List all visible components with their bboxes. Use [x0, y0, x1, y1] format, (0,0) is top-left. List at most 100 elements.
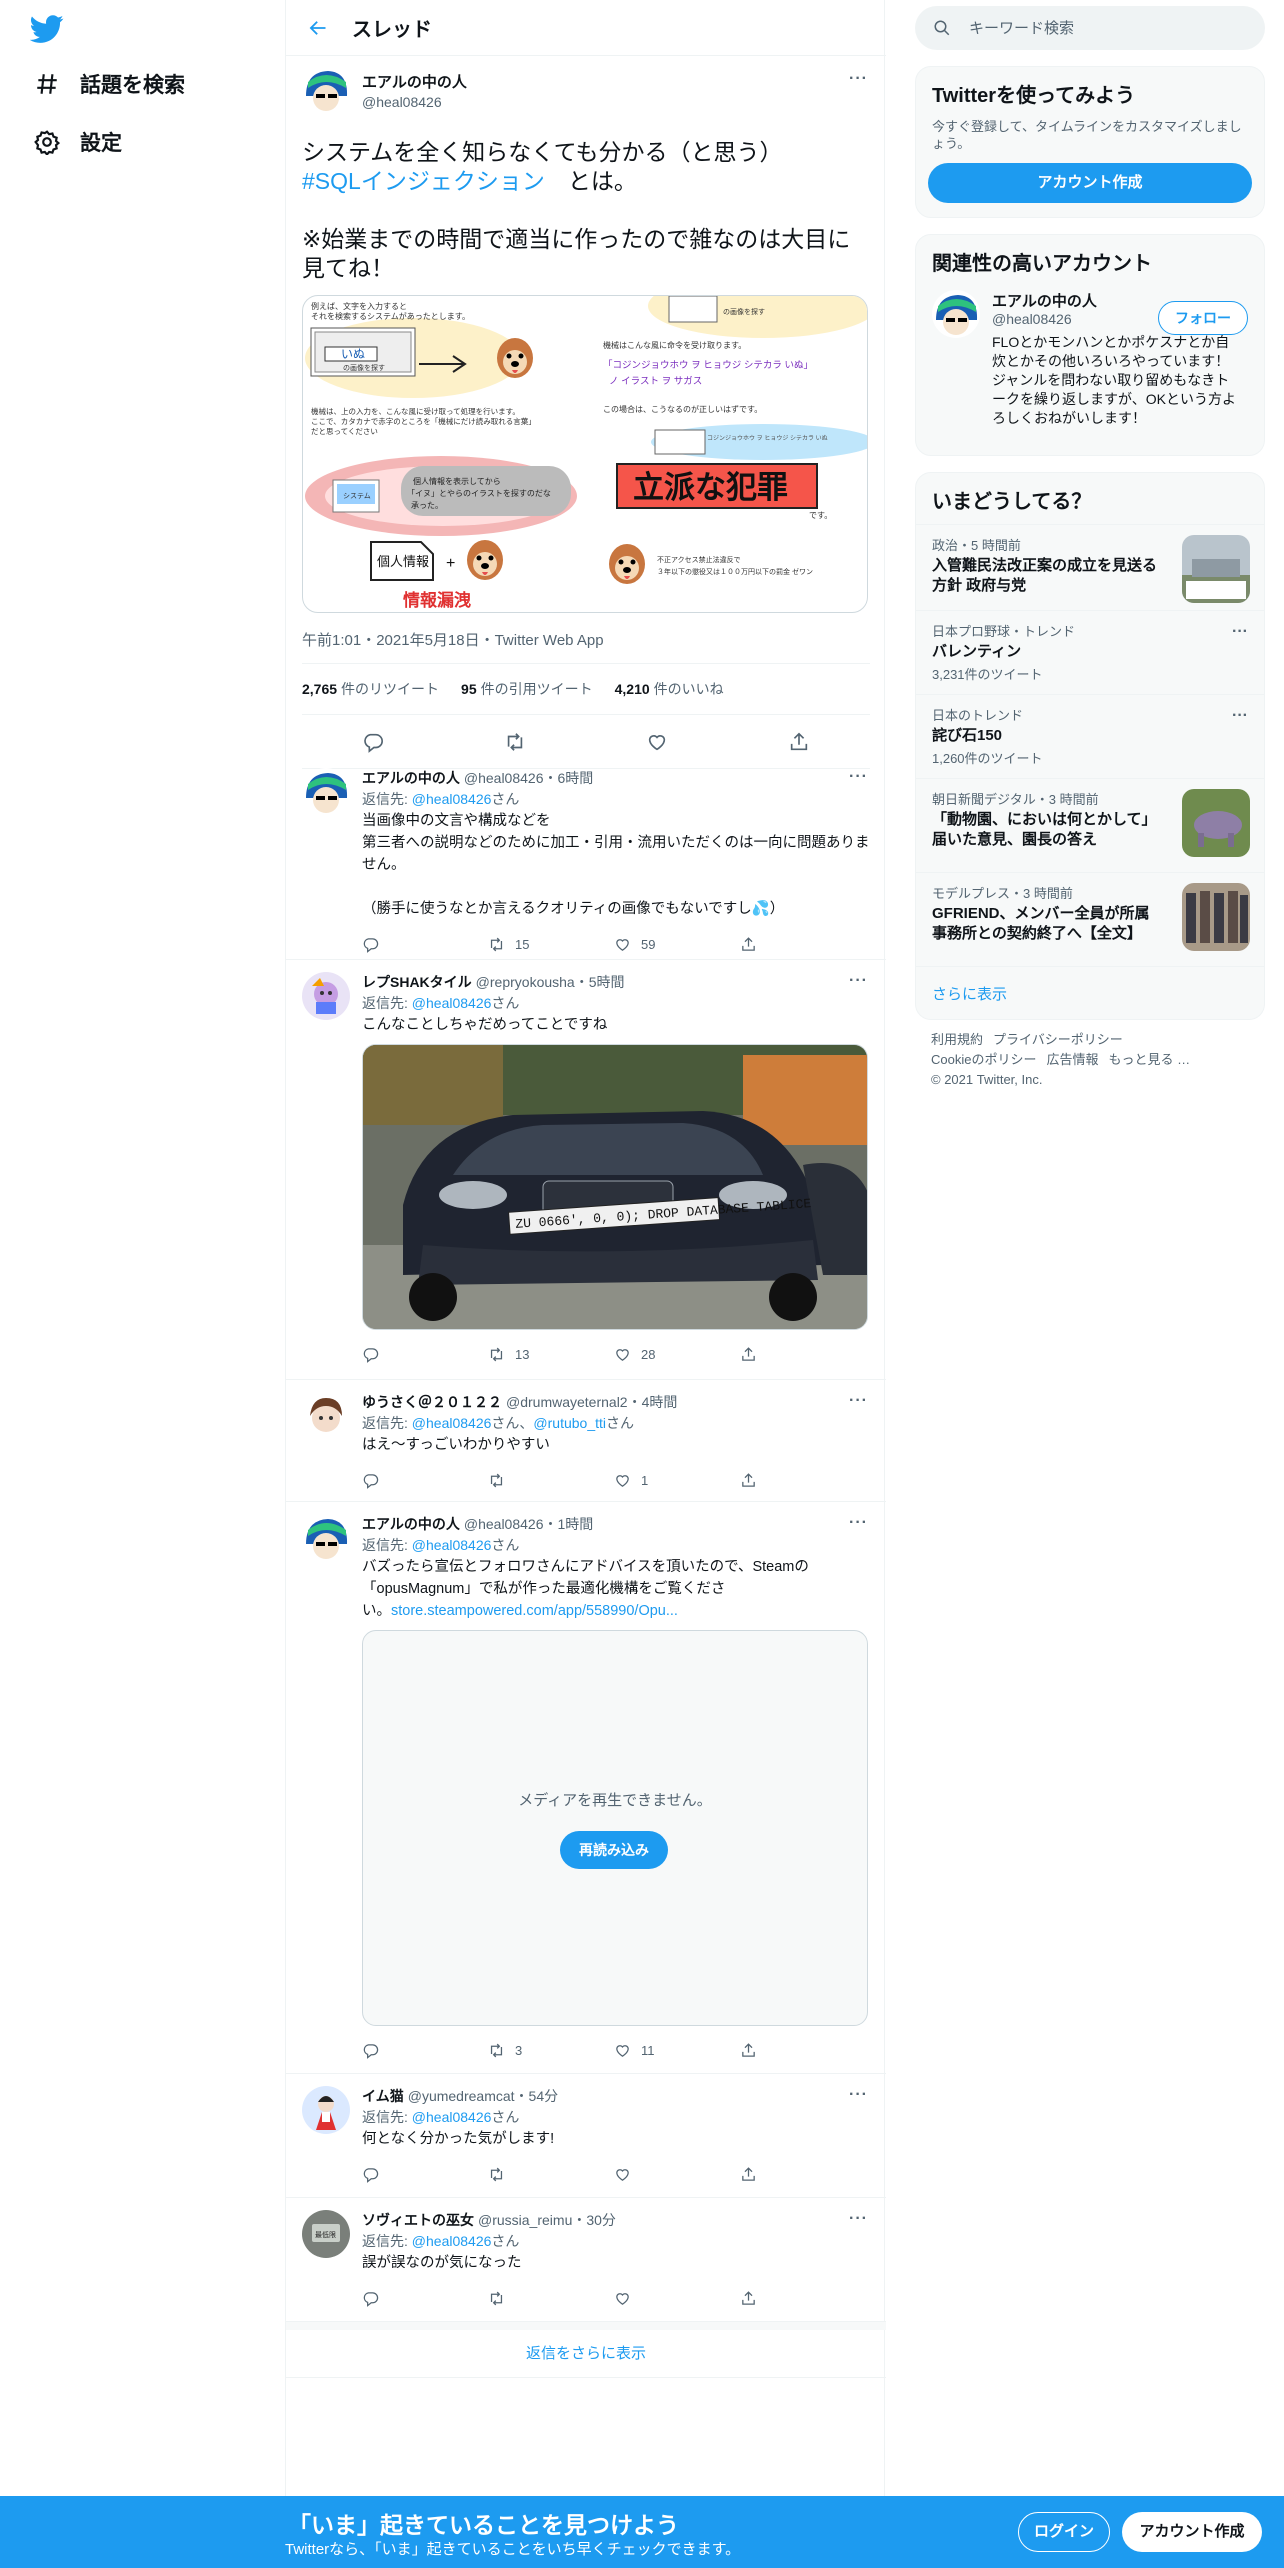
like-button[interactable] — [614, 2166, 740, 2183]
retweet-button[interactable] — [488, 1472, 614, 1489]
steam-link[interactable]: store.steampowered.com/app/558990/Opu... — [391, 1603, 678, 1619]
mention-link[interactable]: @heal08426 — [412, 791, 492, 807]
reply-time[interactable]: ・54分 — [515, 2086, 559, 2106]
avatar[interactable] — [302, 972, 350, 1020]
reply-button[interactable] — [362, 1472, 488, 1489]
footer-link[interactable]: もっと見る … — [1108, 1052, 1190, 1067]
nav-settings[interactable]: 設定 — [34, 122, 122, 162]
reply-time[interactable]: ・1時間 — [544, 1514, 594, 1534]
car-photo[interactable]: ZU 0666', 0, 0); DROP DATABASE TABLICE — [362, 1044, 868, 1330]
mention-link[interactable]: @heal08426 — [412, 995, 492, 1011]
trends-show-more[interactable]: さらに表示 — [916, 966, 1264, 1019]
reply-author-handle[interactable]: @drumwayeternal2 — [506, 1394, 628, 1410]
share-button[interactable] — [740, 936, 866, 953]
more-icon[interactable]: ··· — [849, 768, 868, 786]
more-icon[interactable]: ··· — [1232, 623, 1248, 641]
retweet-stat[interactable]: 2,765 件のリツイート — [302, 679, 461, 699]
footer-link[interactable]: 利用規約 — [931, 1032, 983, 1047]
share-button[interactable] — [740, 1346, 866, 1363]
reply-tweet[interactable]: ··· エアルの中の人 @heal08426 ・1時間 返信先: @heal0842… — [286, 1502, 886, 2074]
reply-author-handle[interactable]: @russia_reimu — [478, 2212, 572, 2228]
more-icon[interactable]: ··· — [849, 2086, 868, 2104]
like-button[interactable]: 11 — [614, 2042, 740, 2059]
back-arrow-icon[interactable] — [308, 18, 328, 38]
nav-explore[interactable]: 話題を検索 — [34, 64, 185, 104]
trend-item[interactable]: 朝日新聞デジタル・3 時間前 「動物園、においは何とかして」届いた意見、園長の答… — [916, 778, 1264, 872]
avatar[interactable] — [302, 1392, 350, 1440]
reply-button[interactable] — [362, 2290, 488, 2307]
author-handle[interactable]: @heal08426 — [362, 94, 467, 110]
more-icon[interactable]: ··· — [849, 1514, 868, 1532]
reply-time[interactable]: ・5時間 — [575, 972, 625, 992]
reply-author-name[interactable]: ゆうさく＠２０１２２ — [362, 1392, 502, 1412]
show-more-replies-link[interactable]: 返信をさらに表示 — [286, 2322, 886, 2378]
more-icon[interactable]: ··· — [1232, 707, 1248, 725]
follow-button[interactable]: フォロー — [1158, 301, 1248, 335]
retweet-icon[interactable] — [504, 731, 526, 753]
trend-item[interactable]: 日本プロ野球・トレンド バレンティン 3,231件のツイート ··· — [916, 610, 1264, 694]
mention-link[interactable]: @heal08426 — [412, 1415, 492, 1431]
retweet-button[interactable]: 13 — [488, 1346, 614, 1363]
trend-item[interactable]: 日本のトレンド 詫び石150 1,260件のツイート ··· — [916, 694, 1264, 778]
share-button[interactable] — [740, 2042, 866, 2059]
like-button[interactable]: 28 — [614, 1346, 740, 1363]
reply-time[interactable]: ・30分 — [572, 2210, 616, 2230]
reply-button[interactable] — [362, 936, 488, 953]
like-icon[interactable] — [646, 731, 668, 753]
mention-link-2[interactable]: @rutubo_tti — [533, 1415, 606, 1431]
like-button[interactable]: 59 — [614, 936, 740, 953]
reply-time[interactable]: ・6時間 — [544, 768, 594, 788]
reply-author-handle[interactable]: @heal08426 — [464, 770, 544, 786]
avatar[interactable] — [302, 1514, 350, 1562]
reply-author-handle[interactable]: @repryokousha — [476, 974, 575, 990]
reply-author-handle[interactable]: @heal08426 — [464, 1516, 544, 1532]
reply-tweet[interactable]: 最低限 ··· ソヴィエトの巫女 @russia_reimu ・30分 返信先: @… — [286, 2198, 886, 2322]
reply-tweet[interactable]: ··· ゆうさく＠２０１２２ @drumwayeternal2 ・4時間 返信先: … — [286, 1380, 886, 1502]
retweet-button[interactable] — [488, 2166, 614, 2183]
reply-icon[interactable] — [362, 731, 384, 753]
trend-item[interactable]: 政治・5 時間前 入管難民法改正案の成立を見送る方針 政府与党 — [916, 524, 1264, 610]
reload-button[interactable]: 再読み込み — [560, 1831, 668, 1869]
footer-link[interactable]: 広告情報 — [1046, 1052, 1098, 1067]
twitter-logo-icon[interactable] — [30, 12, 64, 46]
create-account-button[interactable]: アカウント作成 — [928, 163, 1252, 203]
footer-link[interactable]: プライバシーポリシー — [993, 1032, 1123, 1047]
search-input[interactable] — [969, 19, 1229, 37]
share-button[interactable] — [740, 2290, 866, 2307]
avatar[interactable] — [302, 66, 350, 114]
reply-button[interactable] — [362, 1346, 488, 1363]
reply-author-name[interactable]: イム猫 — [362, 2086, 404, 2106]
mention-link[interactable]: @heal08426 — [412, 2233, 492, 2249]
share-icon[interactable] — [788, 731, 810, 753]
more-icon[interactable]: ··· — [849, 1392, 868, 1410]
reply-tweet[interactable]: ··· イム猫 @yumedreamcat ・54分 返信先: @heal08426… — [286, 2074, 886, 2198]
avatar[interactable] — [302, 768, 350, 816]
signup-button[interactable]: アカウント作成 — [1122, 2512, 1262, 2552]
share-button[interactable] — [740, 2166, 866, 2183]
hashtag-link[interactable]: #SQLインジェクション — [302, 168, 545, 194]
trend-item[interactable]: モデルプレス・3 時間前 GFRIEND、メンバー全員が所属事務所との契約終了へ… — [916, 872, 1264, 966]
retweet-button[interactable]: 3 — [488, 2042, 614, 2059]
retweet-button[interactable] — [488, 2290, 614, 2307]
reply-button[interactable] — [362, 2042, 488, 2059]
footer-link[interactable]: Cookieのポリシー — [931, 1052, 1036, 1067]
reply-time[interactable]: ・4時間 — [628, 1392, 678, 1412]
like-button[interactable] — [614, 2290, 740, 2307]
reply-author-name[interactable]: エアルの中の人 — [362, 1514, 460, 1534]
retweet-button[interactable]: 15 — [488, 936, 614, 953]
more-icon[interactable]: ··· — [849, 2210, 868, 2228]
reply-author-name[interactable]: エアルの中の人 — [362, 768, 460, 788]
reply-author-name[interactable]: ソヴィエトの巫女 — [362, 2210, 474, 2230]
tweet-image[interactable]: 例えば、文字を入力すると それを検索するシステムがあったとします。 いぬ の画像… — [302, 295, 868, 613]
avatar[interactable] — [932, 290, 980, 338]
author-name[interactable]: エアルの中の人 — [362, 71, 467, 92]
search-box[interactable] — [915, 6, 1265, 50]
avatar[interactable]: 最低限 — [302, 2210, 350, 2258]
quote-stat[interactable]: 95 件の引用ツイート — [461, 679, 615, 699]
like-button[interactable]: 1 — [614, 1472, 740, 1489]
reply-author-handle[interactable]: @yumedreamcat — [408, 2088, 515, 2104]
reply-tweet[interactable]: ··· エアルの中の人 @heal08426 ・6時間 返信先: @heal0842… — [286, 756, 886, 960]
reply-author-name[interactable]: レプSHAKタイル — [362, 972, 472, 992]
share-button[interactable] — [740, 1472, 866, 1489]
mention-link[interactable]: @heal08426 — [412, 2109, 492, 2125]
